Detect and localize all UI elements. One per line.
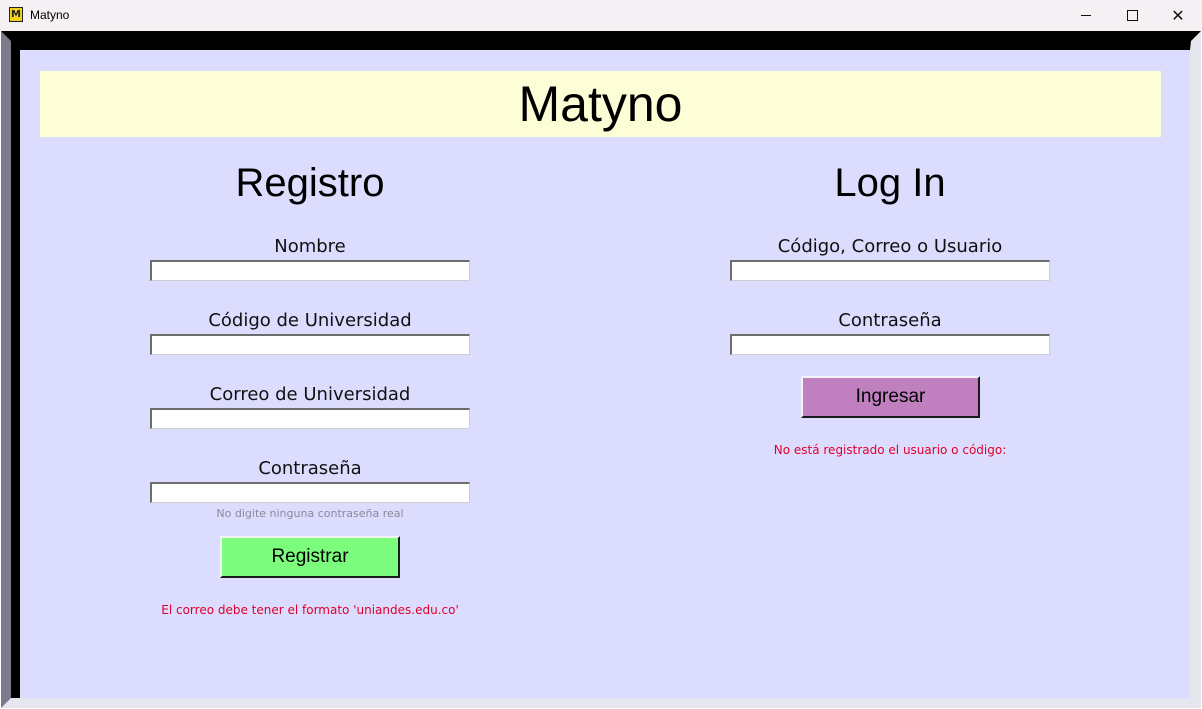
maximize-icon	[1126, 10, 1138, 21]
app-title: Matyno	[518, 76, 683, 132]
register-title: Registro	[235, 161, 385, 205]
register-password-input[interactable]	[150, 482, 470, 503]
minimize-button[interactable]	[1063, 0, 1109, 31]
app-logo-icon: M	[9, 7, 23, 22]
name-input[interactable]	[150, 260, 470, 281]
password-hint: No digite ninguna contraseña real	[216, 507, 404, 520]
register-error-message: El correo debe tener el formato 'uniande…	[161, 603, 459, 617]
content-area	[11, 41, 1191, 698]
app-banner: Matyno	[40, 71, 1161, 137]
name-label: Nombre	[274, 236, 346, 257]
register-button[interactable]: Registrar	[220, 536, 400, 578]
university-code-input[interactable]	[150, 334, 470, 355]
university-email-input[interactable]	[150, 408, 470, 429]
register-password-label: Contraseña	[258, 458, 362, 479]
close-button[interactable]: ✕	[1155, 0, 1201, 31]
university-email-label: Correo de Universidad	[209, 384, 411, 405]
login-button[interactable]: Ingresar	[801, 376, 980, 418]
minimize-icon	[1081, 15, 1091, 16]
window-title-bar[interactable]: M Matyno ✕	[0, 0, 1202, 31]
maximize-button[interactable]	[1109, 0, 1155, 31]
login-error-message: No está registrado el usuario o código:	[773, 443, 1007, 457]
window-title: Matyno	[30, 8, 70, 22]
close-icon: ✕	[1171, 5, 1185, 25]
login-user-label: Código, Correo o Usuario	[777, 236, 1003, 257]
login-title: Log In	[834, 161, 946, 205]
login-user-input[interactable]	[730, 260, 1050, 281]
login-password-label: Contraseña	[838, 310, 942, 331]
university-code-label: Código de Universidad	[208, 310, 412, 331]
login-password-input[interactable]	[730, 334, 1050, 355]
